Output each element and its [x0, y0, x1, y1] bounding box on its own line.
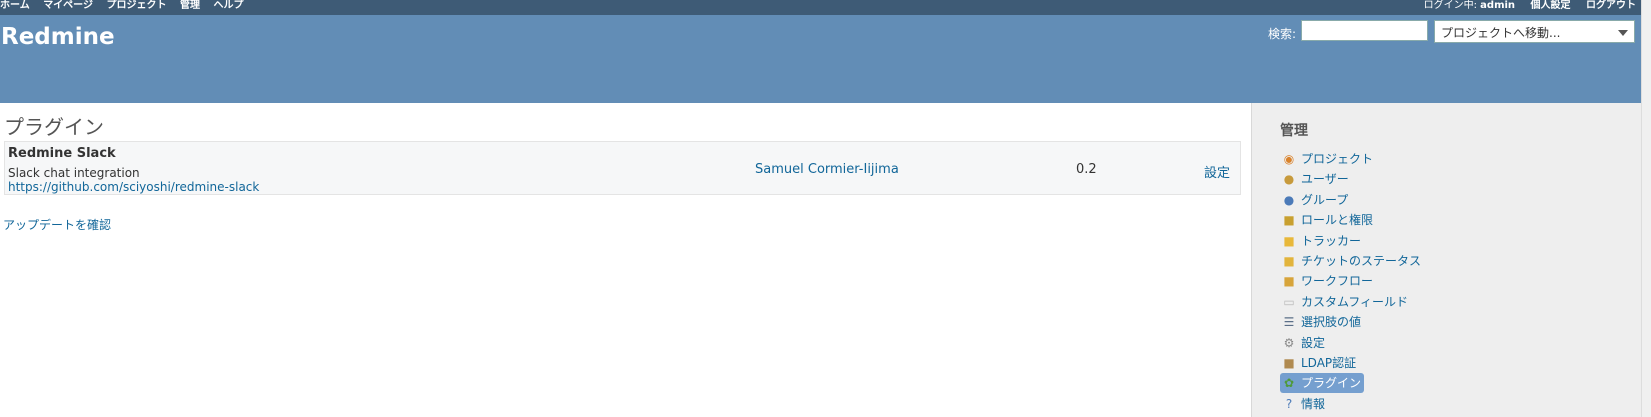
sidebar-item-info: ? 情報 [1280, 394, 1424, 414]
sidebar-item-issue-statuses: ■ チケットのステータス [1280, 251, 1424, 271]
project-jump-label: プロジェクトへ移動... [1441, 26, 1561, 40]
sidebar-link-custom-fields[interactable]: ▭ カスタムフィールド [1280, 292, 1411, 312]
check-updates-link[interactable]: アップデートを確認 [3, 216, 111, 233]
top-menu: ホーム マイページ プロジェクト 管理 ヘルプ ログイン中: admin 個人設… [0, 0, 1642, 15]
top-menu-item-home[interactable]: ホーム [0, 0, 30, 11]
sidebar-item-roles: ■ ロールと権限 [1280, 210, 1424, 230]
sidebar-heading: 管理 [1280, 123, 1308, 139]
roles-icon: ■ [1283, 213, 1295, 228]
sidebar-item-label: グループ [1301, 192, 1349, 207]
header: Redmine 検索: プロジェクトへ移動... [0, 15, 1642, 103]
sidebar-link-trackers[interactable]: ■ トラッカー [1280, 231, 1364, 251]
plugin-url-link[interactable]: https://github.com/sciyoshi/redmine-slac… [8, 180, 259, 194]
top-menu-item-admin[interactable]: 管理 [180, 0, 200, 11]
search-input[interactable] [1301, 20, 1428, 41]
top-menu-item-help[interactable]: ヘルプ [213, 0, 243, 11]
sidebar-item-settings: ⚙ 設定 [1280, 333, 1424, 353]
logged-as: ログイン中: admin [1424, 0, 1515, 11]
sidebar-item-label: 選択肢の値 [1301, 315, 1362, 330]
site-title[interactable]: Redmine [1, 24, 115, 50]
sidebar-link-enumerations[interactable]: ☰ 選択肢の値 [1280, 312, 1364, 332]
page-title: プラグイン [4, 115, 104, 139]
top-menu-left: ホーム マイページ プロジェクト 管理 ヘルプ [0, 0, 253, 12]
sidebar-link-workflows[interactable]: ■ ワークフロー [1280, 271, 1376, 291]
sidebar-item-ldap: ■ LDAP認証 [1280, 353, 1424, 373]
sidebar-link-ldap[interactable]: ■ LDAP認証 [1280, 353, 1359, 373]
plugin-row: Redmine Slack Slack chat integration htt… [4, 141, 1241, 195]
my-account-link[interactable]: 個人設定 [1531, 0, 1571, 11]
sidebar-link-settings[interactable]: ⚙ 設定 [1280, 333, 1328, 353]
sidebar-item-label: ロールと権限 [1301, 213, 1374, 228]
chevron-down-icon [1618, 30, 1628, 36]
sidebar-link-plugins[interactable]: ✿ プラグイン [1280, 373, 1365, 394]
sidebar: 管理 ◉ プロジェクト ● ユーザー ● グループ ■ ロールと権限 ■ トラッカー ■ チ… [1251, 103, 1643, 417]
vertical-scrollbar[interactable] [1641, 0, 1651, 417]
plugin-configure-link[interactable]: 設定 [1204, 162, 1230, 181]
logout-link[interactable]: ログアウト [1586, 0, 1636, 11]
logged-as-label: ログイン中: [1423, 0, 1477, 11]
sidebar-item-trackers: ■ トラッカー [1280, 231, 1424, 251]
settings-gear-icon: ⚙ [1283, 335, 1295, 350]
plugin-author-link[interactable]: Samuel Cormier-Iijima [755, 162, 899, 177]
search-label: 検索: [1268, 27, 1297, 41]
sidebar-item-projects: ◉ プロジェクト [1280, 149, 1424, 169]
project-jump-select[interactable]: プロジェクトへ移動... [1434, 20, 1635, 43]
sidebar-link-users[interactable]: ● ユーザー [1280, 169, 1352, 189]
sidebar-item-plugins: ✿ プラグイン [1280, 373, 1424, 394]
workflow-icon: ■ [1283, 274, 1295, 289]
status-icon: ■ [1283, 253, 1295, 268]
sidebar-link-issue-statuses[interactable]: ■ チケットのステータス [1280, 251, 1424, 271]
sidebar-item-enumerations: ☰ 選択肢の値 [1280, 312, 1424, 332]
sidebar-link-projects[interactable]: ◉ プロジェクト [1280, 149, 1376, 169]
projects-icon: ◉ [1283, 152, 1295, 166]
sidebar-item-custom-fields: ▭ カスタムフィールド [1280, 292, 1424, 312]
plugin-name: Redmine Slack [8, 146, 116, 161]
sidebar-item-label: チケットのステータス [1301, 253, 1422, 268]
ldap-icon: ■ [1283, 355, 1295, 370]
info-icon: ? [1285, 396, 1293, 411]
sidebar-item-label: ワークフロー [1301, 274, 1374, 289]
user-icon: ● [1283, 172, 1295, 187]
sidebar-item-label: カスタムフィールド [1301, 294, 1409, 309]
sidebar-item-label: プラグイン [1301, 376, 1362, 391]
sidebar-item-label: 情報 [1301, 396, 1326, 411]
sidebar-item-label: 設定 [1301, 335, 1326, 350]
plugin-icon: ✿ [1283, 376, 1295, 391]
sidebar-item-label: トラッカー [1301, 233, 1362, 248]
custom-fields-icon: ▭ [1283, 294, 1295, 309]
tracker-icon: ■ [1283, 233, 1295, 248]
sidebar-item-label: ユーザー [1301, 172, 1349, 187]
sidebar-item-label: LDAP認証 [1301, 355, 1357, 370]
account-menu: ログイン中: admin 個人設定 ログアウト [1412, 0, 1636, 12]
sidebar-link-roles[interactable]: ■ ロールと権限 [1280, 210, 1376, 230]
sidebar-item-workflows: ■ ワークフロー [1280, 271, 1424, 291]
sidebar-link-groups[interactable]: ● グループ [1280, 190, 1351, 210]
group-icon: ● [1283, 192, 1295, 207]
top-menu-item-my-page[interactable]: マイページ [43, 0, 93, 11]
logged-user-link[interactable]: admin [1480, 0, 1515, 11]
sidebar-link-info[interactable]: ? 情報 [1280, 394, 1328, 414]
sidebar-item-groups: ● グループ [1280, 190, 1424, 210]
top-menu-item-projects[interactable]: プロジェクト [106, 0, 166, 11]
plugin-description: Slack chat integration [8, 166, 140, 180]
sidebar-item-label: プロジェクト [1301, 152, 1374, 166]
admin-menu: ◉ プロジェクト ● ユーザー ● グループ ■ ロールと権限 ■ トラッカー ■ チケット… [1280, 149, 1424, 414]
plugin-version: 0.2 [1076, 162, 1097, 177]
list-icon: ☰ [1283, 315, 1295, 330]
sidebar-item-users: ● ユーザー [1280, 169, 1424, 189]
